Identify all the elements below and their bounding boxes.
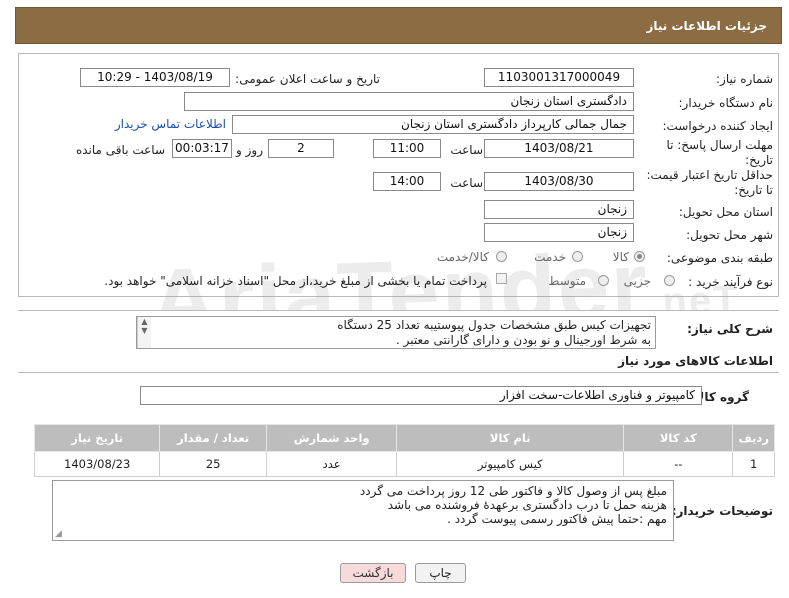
deadline-date-field[interactable]: 1403/08/21	[484, 139, 634, 158]
province-field[interactable]: زنجان	[484, 200, 634, 219]
goods-table: ردیف کد کالا نام کالا واحد شمارش تعداد /…	[33, 424, 775, 477]
summary-textarea[interactable]: تجهیزات کیس طبق مشخصات جدول پیوستیبه تعد…	[136, 316, 656, 349]
days-label: روز و	[236, 143, 263, 157]
cell-name: کیس کامپیوتر	[396, 451, 625, 477]
buyer-notes-line-3: مهم :حتما پیش فاکتور رسمی پیوست گردد .	[447, 512, 667, 526]
need-number-field[interactable]: 1103001317000049	[484, 68, 634, 87]
goods-section-title: اطلاعات کالاهای مورد نیاز	[618, 354, 773, 368]
remaining-label: ساعت باقی مانده	[75, 143, 165, 157]
cell-date: 1403/08/23	[33, 451, 161, 477]
category-option-goods: کالا	[612, 250, 629, 264]
buyer-notes-label: توضیحات خریدار:	[671, 504, 773, 518]
cell-code: --	[623, 451, 734, 477]
purchase-radio-medium[interactable]	[598, 275, 609, 286]
announce-label: تاریخ و ساعت اعلان عمومی:	[235, 72, 380, 86]
buyer-notes-line-2: هزینه حمل تا درب دادگستری برعهدۀ فروشنده…	[387, 498, 667, 512]
summary-scrollbar[interactable]: ▲ ▼	[137, 317, 151, 348]
header-bar: جزئیات اطلاعات نیاز	[15, 7, 782, 44]
buyer-org-field[interactable]: دادگستری استان زنجان	[184, 92, 634, 111]
announce-field[interactable]: 1403/08/19 - 10:29	[80, 68, 230, 87]
treasury-payment-note: پرداخت تمام یا بخشی از مبلغ خرید،از محل …	[104, 274, 487, 288]
city-label: شهر محل تحویل:	[686, 228, 773, 242]
cell-row: 1	[732, 451, 775, 477]
summary-label: شرح کلی نیاز:	[687, 322, 773, 336]
col-qty: تعداد / مقدار	[159, 424, 267, 452]
col-code: کد کالا	[623, 424, 734, 452]
category-radio-service[interactable]	[572, 251, 583, 262]
summary-line-2: به شرط اورجینال و نو بودن و دارای گارانت…	[395, 333, 651, 347]
creator-field[interactable]: جمال جمالی کارپرداز دادگستری استان زنجان	[232, 115, 634, 134]
need-number-label: شماره نیاز:	[716, 72, 773, 86]
category-radio-both[interactable]	[496, 251, 507, 262]
deadline-label: مهلت ارسال پاسخ: تا تاریخ:	[666, 138, 773, 167]
buyer-notes-line-1: مبلغ پس از وصول کالا و فاکتور طی 12 روز …	[359, 484, 667, 498]
buyer-org-label: نام دستگاه خریدار:	[678, 96, 774, 110]
category-option-service: خدمت	[534, 250, 566, 264]
goods-table-header: ردیف کد کالا نام کالا واحد شمارش تعداد /…	[33, 424, 775, 452]
price-valid-time-field[interactable]: 14:00	[373, 172, 441, 191]
col-unit: واحد شمارش	[265, 424, 398, 452]
col-name: نام کالا	[396, 424, 625, 452]
purchase-option-medium: متوسط	[548, 274, 586, 288]
purchase-radio-minor[interactable]	[664, 275, 675, 286]
category-option-both: کالا/خدمت	[436, 250, 489, 264]
col-date: تاریخ نیاز	[33, 424, 161, 452]
category-radio-goods[interactable]	[634, 251, 645, 262]
deadline-time-label: ساعت	[450, 143, 483, 157]
buyer-notes-textarea[interactable]: مبلغ پس از وصول کالا و فاکتور طی 12 روز …	[52, 480, 674, 541]
creator-label: ایجاد کننده درخواست:	[662, 119, 773, 133]
remaining-time-field[interactable]: 00:03:17	[172, 139, 232, 158]
price-valid-label: حداقل تاریخ اعتبار قیمت: تا تاریخ:	[646, 168, 773, 197]
cell-qty: 25	[159, 451, 267, 477]
price-valid-time-label: ساعت	[450, 176, 483, 190]
purchase-type-label: نوع فرآیند خرید :	[688, 275, 773, 289]
scroll-arrows-icon: ▲ ▼	[141, 317, 148, 335]
category-label: طبقه بندی موضوعی:	[666, 251, 773, 265]
table-row[interactable]: 1 -- کیس کامپیوتر عدد 25 1403/08/23	[33, 451, 775, 477]
back-button[interactable]: بازگشت	[340, 563, 406, 583]
goods-group-field[interactable]: کامپیوتر و فناوری اطلاعات-سخت افزار	[140, 386, 702, 405]
days-field[interactable]: 2	[268, 139, 334, 158]
buyer-contact-link[interactable]: اطلاعات تماس خریدار	[115, 117, 226, 131]
print-button[interactable]: چاپ	[415, 563, 466, 583]
province-label: استان محل تحویل:	[678, 205, 773, 219]
col-row: ردیف	[732, 424, 775, 452]
purchase-option-minor: جزیی	[623, 274, 651, 288]
city-field[interactable]: زنجان	[484, 223, 634, 242]
treasury-payment-checkbox[interactable]	[496, 273, 507, 284]
cell-unit: عدد	[265, 451, 398, 477]
page-title: جزئیات اطلاعات نیاز	[646, 19, 767, 33]
summary-line-1: تجهیزات کیس طبق مشخصات جدول پیوستیبه تعد…	[337, 318, 651, 332]
price-valid-date-field[interactable]: 1403/08/30	[484, 172, 634, 191]
deadline-time-field[interactable]: 11:00	[373, 139, 441, 158]
resize-grip-icon[interactable]: ◢	[55, 529, 62, 539]
